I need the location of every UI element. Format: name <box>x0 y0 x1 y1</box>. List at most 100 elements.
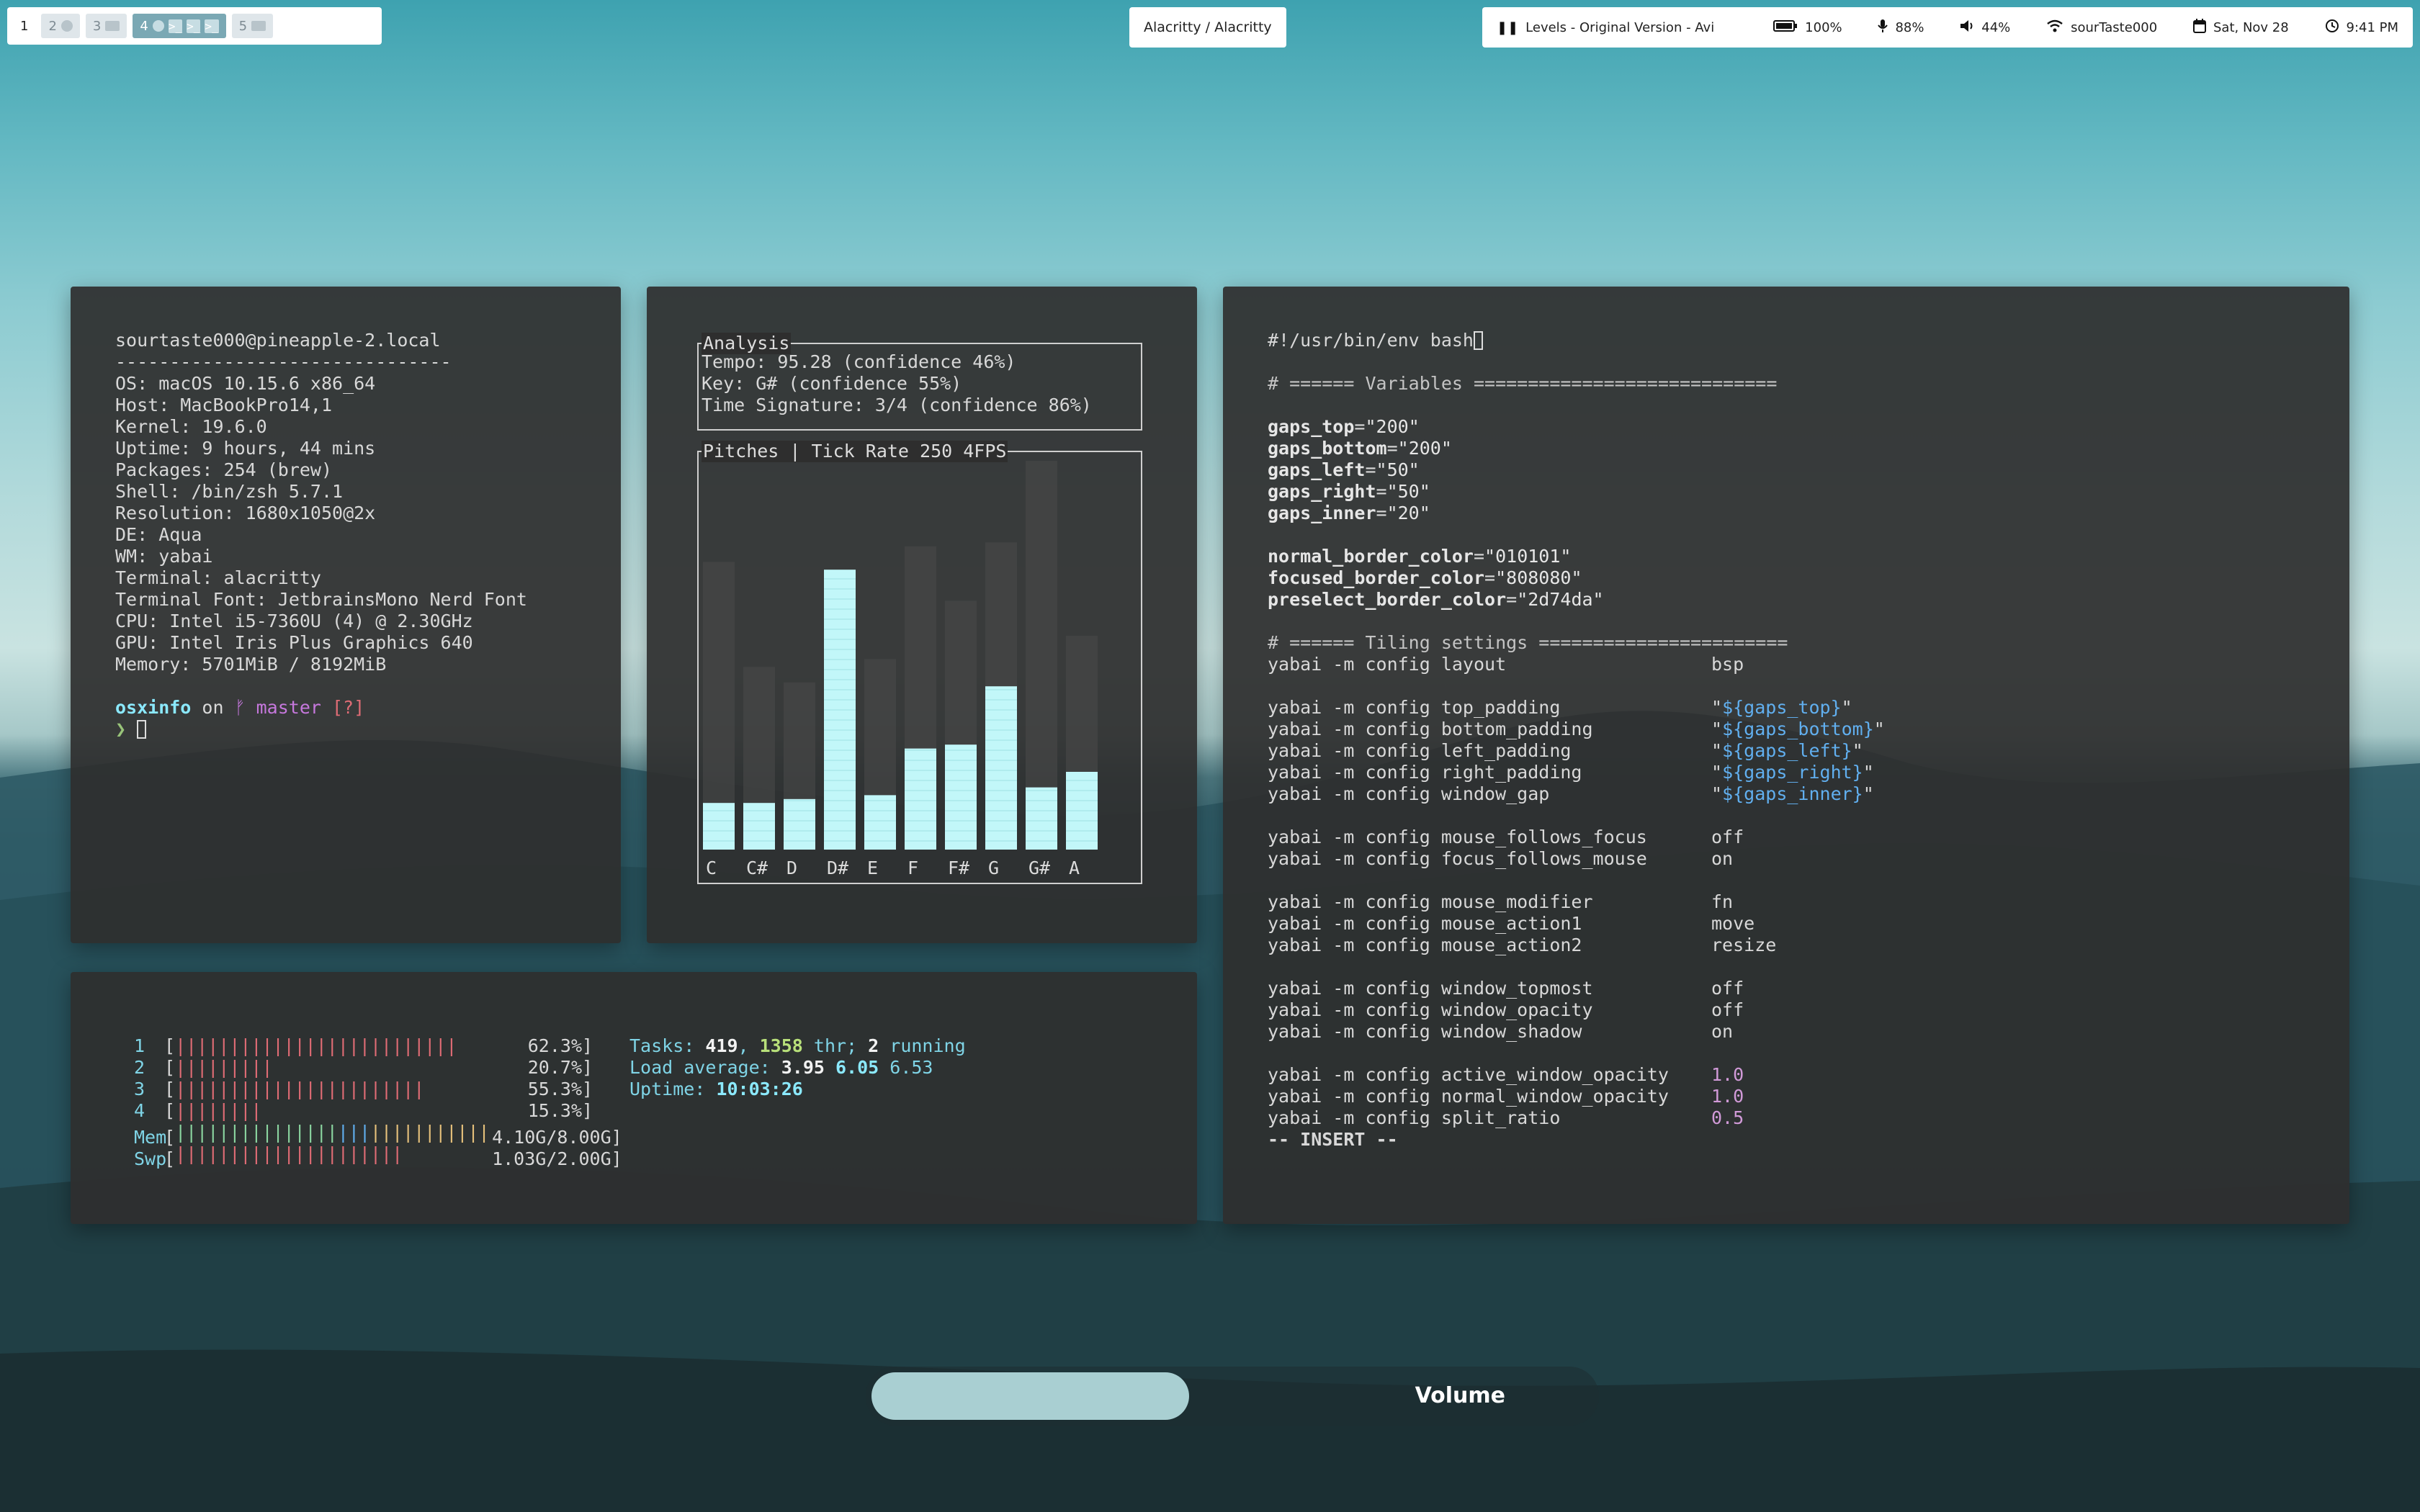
meter-bracket: [ <box>164 1079 176 1099</box>
analysis-box: Analysis Tempo: 95.28 (confidence 46%) K… <box>697 333 1142 431</box>
prompt-directory: osxinfo <box>115 697 192 718</box>
assignment-line: preselect_border_color="2d74da" <box>1268 589 1885 611</box>
now-playing[interactable]: ❚❚ Levels - Original Version - Avi <box>1497 20 1763 35</box>
config-command: yabai -m config mouse_action1 <box>1268 913 1582 934</box>
config-command: yabai -m config mouse_action2 <box>1268 935 1582 955</box>
equals-sign: = <box>1484 567 1496 588</box>
config-value: on <box>1711 1021 1734 1042</box>
terminal-htop[interactable]: 1 [|||||||||||||||||||||||||| 62.3%] 2 [||||… <box>71 972 1197 1224</box>
cpu-bar: |||||||||||||||||||||||||| <box>175 1035 457 1056</box>
equals-sign: = <box>1365 459 1376 480</box>
neofetch-line: Terminal Font: JetbrainsMono Nerd Font <box>115 589 527 610</box>
var-name: gaps_left <box>1268 459 1366 480</box>
pause-icon[interactable]: ❚❚ <box>1497 20 1518 35</box>
config-command: yabai -m config window_opacity <box>1268 999 1593 1020</box>
meter-bracket: [ <box>164 1057 176 1078</box>
quote: " <box>1841 697 1852 718</box>
neofetch-line: GPU: Intel Iris Plus Graphics 640 <box>115 632 473 653</box>
time-status[interactable]: 9:41 PM <box>2325 19 2398 37</box>
config-value: off <box>1711 978 1744 999</box>
config-variable: ${gaps_inner} <box>1722 783 1863 804</box>
config-variable: ${gaps_bottom} <box>1722 719 1874 739</box>
cpu-number: 1 <box>134 1035 145 1056</box>
quote: " <box>1863 762 1874 783</box>
mem-meter: Mem[||||||||||||||||||||||||||||||4.10G/… <box>134 1122 622 1148</box>
config-line: yabai -m config window_topmost off <box>1268 978 1885 999</box>
swp-label: Swp <box>134 1148 167 1169</box>
date-status[interactable]: Sat, Nov 28 <box>2192 18 2289 37</box>
cursor <box>1473 331 1483 350</box>
equals-sign: = <box>1386 438 1398 459</box>
meter-bracket: [ <box>164 1148 176 1169</box>
pitch-label: E <box>867 858 878 878</box>
var-value: "50" <box>1376 459 1420 480</box>
cursor <box>137 720 147 739</box>
neofetch-rule: ------------------------------- <box>115 351 452 372</box>
space-5[interactable]: 5 <box>231 14 274 38</box>
config-command: yabai -m config window_shadow <box>1268 1021 1582 1042</box>
assignment-line: focused_border_color="808080" <box>1268 567 1885 589</box>
quote: " <box>1711 697 1723 718</box>
neofetch-output: sourtaste000@pineapple-2.local ---------… <box>115 330 527 740</box>
tiling-comment: # ====== Tiling settings ===============… <box>1268 632 1788 653</box>
cpu-bar: ||||||||| <box>175 1057 273 1078</box>
space-1[interactable]: 1 <box>13 14 35 38</box>
pitch-bar-f <box>905 748 936 850</box>
config-line: yabai -m config mouse_modifier fn <box>1268 891 1885 913</box>
config-command: yabai -m config bottom_padding <box>1268 719 1593 739</box>
pitch-label: A <box>1069 858 1080 878</box>
meter-bracket: [ <box>164 1035 176 1056</box>
volume-level-fill[interactable] <box>871 1372 1189 1420</box>
var-name: gaps_bottom <box>1268 438 1387 459</box>
battery-status[interactable]: 100% <box>1773 19 1842 36</box>
assignment-line: gaps_right="50" <box>1268 481 1885 503</box>
config-line: yabai -m config normal_window_opacity 1.0 <box>1268 1086 1885 1107</box>
config-line: yabai -m config left_padding "${gaps_left… <box>1268 740 1885 762</box>
neofetch-line: OS: macOS 10.15.6 x86_64 <box>115 373 376 394</box>
neofetch-line: Shell: /bin/zsh 5.7.1 <box>115 481 344 502</box>
config-line: yabai -m config right_padding "${gaps_rig… <box>1268 762 1885 783</box>
vim-buffer[interactable]: #!/usr/bin/env bash # ====== Variables =… <box>1268 330 1885 1151</box>
quote: " <box>1873 719 1885 739</box>
config-value: 0.5 <box>1711 1107 1744 1128</box>
input-line[interactable]: ❯ <box>115 719 527 740</box>
config-line: yabai -m config window_opacity off <box>1268 999 1885 1021</box>
volume-status[interactable]: 44% <box>1960 19 2010 36</box>
config-command: yabai -m config top_padding <box>1268 697 1561 718</box>
neofetch-line: Host: MacBookPro14,1 <box>115 395 333 415</box>
config-value: move <box>1711 913 1755 934</box>
status-bar: ❚❚ Levels - Original Version - Avi 100% … <box>1482 7 2413 48</box>
pitch-label: C# <box>746 858 768 878</box>
quote: " <box>1711 740 1723 761</box>
mic-status[interactable]: 88% <box>1878 19 1924 37</box>
terminal-analysis[interactable]: Analysis Tempo: 95.28 (confidence 46%) K… <box>647 287 1197 943</box>
space-4[interactable]: 4 >_ >_ >_ <box>133 14 226 38</box>
window-icon <box>105 21 120 31</box>
space-3[interactable]: 3 <box>85 14 127 38</box>
terminal-vim[interactable]: #!/usr/bin/env bash # ====== Variables =… <box>1223 287 2349 1224</box>
volume-osd[interactable]: Volume <box>866 1367 1599 1426</box>
neofetch-line: Packages: 254 (brew) <box>115 459 333 480</box>
pitch-bar-c-sharp <box>743 803 775 850</box>
analysis-tempo: Tempo: 95.28 (confidence 46%) <box>702 351 1016 372</box>
assignment-line: gaps_left="50" <box>1268 459 1885 481</box>
neofetch-line: Memory: 5701MiB / 8192MiB <box>115 654 387 675</box>
neofetch-line: Terminal: alacritty <box>115 567 321 588</box>
mem-bar: |||||||||||||||||||||||||||||| <box>175 1122 492 1143</box>
terminal-neofetch[interactable]: sourtaste000@pineapple-2.local ---------… <box>71 287 621 943</box>
config-variable: ${gaps_right} <box>1722 762 1863 783</box>
equals-sign: = <box>1376 503 1387 523</box>
config-command: yabai -m config window_gap <box>1268 783 1550 804</box>
swp-meter: Swp[||||||||||||||||||||| 1.03G/2.00G] <box>134 1143 622 1169</box>
cpu-bar: ||||||||||||||||||||||| <box>175 1079 425 1099</box>
assignment-line: normal_border_color="010101" <box>1268 546 1885 567</box>
space-2[interactable]: 2 <box>41 14 80 38</box>
wifi-status[interactable]: sourTaste000 <box>2046 19 2157 36</box>
pitch-bar-g-sharp <box>1026 787 1057 850</box>
load-average-line: Load average: 3.95 6.05 6.53 <box>629 1057 933 1078</box>
focused-window-title: Alacritty / Alacritty <box>1129 7 1286 48</box>
git-branch: ᚠ master <box>234 697 321 718</box>
pitch-bar-c <box>703 803 735 850</box>
neofetch-line: WM: yabai <box>115 546 213 567</box>
pitch-bar-e <box>864 795 896 850</box>
